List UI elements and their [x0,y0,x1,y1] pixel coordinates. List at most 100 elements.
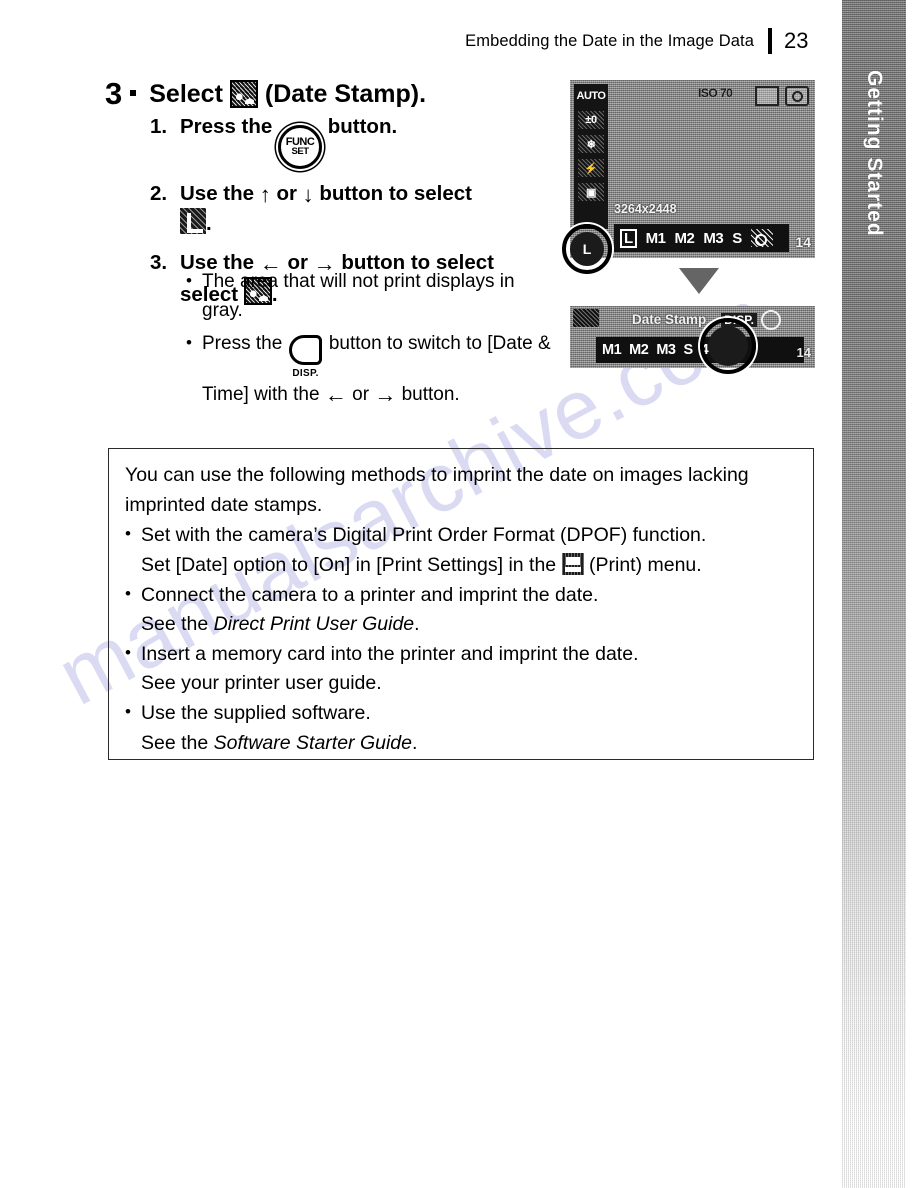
lcd2-left-icon [573,309,599,327]
substep-1: 1. Press the FUNC SET button. [150,112,570,169]
disp-button-icon: DISP. [288,334,324,381]
side-tab-label: Getting Started [863,70,886,237]
chapter-side-tab: Getting Started [830,0,918,1188]
lcd1-option-M2[interactable]: M2 [675,231,695,246]
step-number: 3 [105,76,122,111]
note-item-1-line1: Set with the camera’s Digital Print Orde… [141,524,707,547]
camera-lcd-screen-2: Date Stamp DISP. M1 M2 M3 S 4 14 [570,306,815,368]
lcd1-white-balance-icon: ❄ [578,135,604,153]
note-item-4: • Use the supplied software. See the Sof… [125,699,797,758]
step-number-dot [130,90,137,96]
step-title-suffix: (Date Stamp). [264,79,427,108]
step-bullet-1-text: The area that will not print displays in… [202,271,515,321]
arrow-up-icon: ↑ [259,181,271,207]
lcd1-left-icon-column: AUTO ±0 ❄ ⚡ ▣ [574,84,608,229]
bullet-dot: • [125,583,131,603]
substep-2-number: 2. [150,181,168,205]
lcd1-option-M3[interactable]: M3 [703,231,723,246]
lcd1-resolution-label: 3264x2448 [614,202,677,216]
substep-2-text: Use the ↑ or ↓ button to select . [180,179,570,238]
note-item-2: • Connect the camera to a printer and im… [125,581,797,640]
note-item-1-body: Set with the camera’s Digital Print Orde… [141,521,797,580]
substep-1-text: Press the FUNC SET button. [180,112,570,169]
lcd2-option-M3[interactable]: M3 [656,342,676,358]
substep-2-text-middle: or [276,181,297,205]
lcd2-frame-count: 14 [796,345,811,360]
lcd2-highlight-date-stamp-icon [708,326,748,366]
step-bullet-2-part3: or [352,383,370,405]
lcd1-mode-auto: AUTO [576,90,606,102]
lcd1-option-L[interactable]: L [620,228,637,248]
substep-1-text-before: Press the [180,115,273,138]
note-item-1: • Set with the camera’s Digital Print Or… [125,521,797,580]
note-item-1-line2-part2: (Print) menu. [589,553,702,576]
notes-box: You can use the following methods to imp… [108,448,814,760]
substep-2-text-after: button to select [319,181,472,205]
bullet-dot: • [125,642,131,662]
step-bullet-2-part4: button. [401,383,460,405]
date-stamp-icon [229,80,258,108]
step-bullet-2-part1: Press the [202,332,283,354]
substep-2-text-before: Use the [180,181,255,205]
lcd1-drive-icon: ▣ [578,183,604,201]
note-item-2-sub-suffix: . [414,613,420,636]
bullet-dot: • [125,524,131,544]
disp-knob-shape [289,334,323,365]
note-item-4-sub-suffix: . [412,731,418,754]
lcd1-top-right-indicators [755,86,809,106]
large-image-size-icon [180,207,206,234]
step-bullet-2: • Press the DISP. button to switch to [D… [186,330,556,410]
lcd2-title-label: Date Stamp [632,312,707,327]
lcd2-highlight-circle [700,318,756,374]
lcd2-option-M1[interactable]: M1 [602,342,622,358]
note-item-4-body: Use the supplied software. See the Softw… [141,699,797,758]
step-bullet-list: • The area that will not print displays … [186,268,556,414]
note-item-4-sub-prefix: See the [141,731,209,754]
note-item-3: • Insert a memory card into the printer … [125,640,797,699]
note-item-2-body: Connect the camera to a printer and impr… [141,581,797,640]
lcd1-exposure: ±0 [578,111,604,129]
lcd1-highlight-label: L [570,232,604,266]
print-menu-icon [561,552,584,575]
step-title-prefix: Select [149,79,223,108]
note-item-3-body: Insert a memory card into the printer an… [141,640,797,699]
arrow-down-icon: ↓ [302,181,314,207]
disp-button-label: DISP. [292,367,319,379]
lcd1-card-icon [755,86,779,106]
substep-3-number: 3. [150,250,168,274]
substep-1-number: 1. [150,115,168,138]
bullet-dot: • [186,332,192,352]
step-bullet-1: • The area that will not print displays … [186,268,556,326]
substep-1-text-after: button. [327,115,398,138]
lcd1-option-date-stamp-icon[interactable] [750,229,773,247]
lcd2-option-S[interactable]: S [683,342,693,358]
note-item-3-line1: Insert a memory card into the printer an… [141,642,639,665]
lcd1-frame-count: 14 [795,234,811,250]
lcd2-disp-circle-icon [761,310,781,330]
transition-arrow-down-icon [679,268,719,294]
note-item-2-sub-prefix: See the [141,613,209,636]
notes-intro-text: You can use the following methods to imp… [125,464,749,516]
lcd1-battery-icon [785,86,809,106]
lcd1-option-S[interactable]: S [732,231,742,246]
arrow-right-icon: → [374,381,397,407]
note-item-2-sub-italic: Direct Print User Guide [213,613,415,636]
lcd1-option-M1[interactable]: M1 [646,231,666,246]
note-item-4-line1: Use the supplied software. [141,702,371,724]
note-item-3-sub: See your printer user guide. [141,672,382,695]
bullet-dot: • [125,702,131,721]
substep-2-period: . [206,211,212,235]
step-heading: 3 Select (Date Stamp). [105,76,426,112]
side-tab-label-wrap: Getting Started [844,70,904,300]
note-item-1-line2-part1: Set [Date] option to [On] in [Print Sett… [141,553,557,576]
lcd1-highlight-circle: L [562,224,612,274]
main-content: 3 Select (Date Stamp). 1. Press the FUNC… [0,0,830,1188]
substep-2: 2. Use the ↑ or ↓ button to select . [150,179,570,238]
lcd1-flash-icon: ⚡ [578,159,604,177]
lcd1-option-strip: L M1 M2 M3 S [614,224,789,252]
camera-lcd-screen-1: AUTO ±0 ❄ ⚡ ▣ ISO 70 3264x2448 L M1 M2 M… [570,80,815,258]
lcd2-option-M2[interactable]: M2 [629,342,649,358]
arrow-left-icon: ← [324,381,347,407]
step-bullet-2-text: Press the DISP. button to switch to [Dat… [202,330,556,410]
note-item-4-sub-italic: Software Starter Guide [213,731,412,754]
